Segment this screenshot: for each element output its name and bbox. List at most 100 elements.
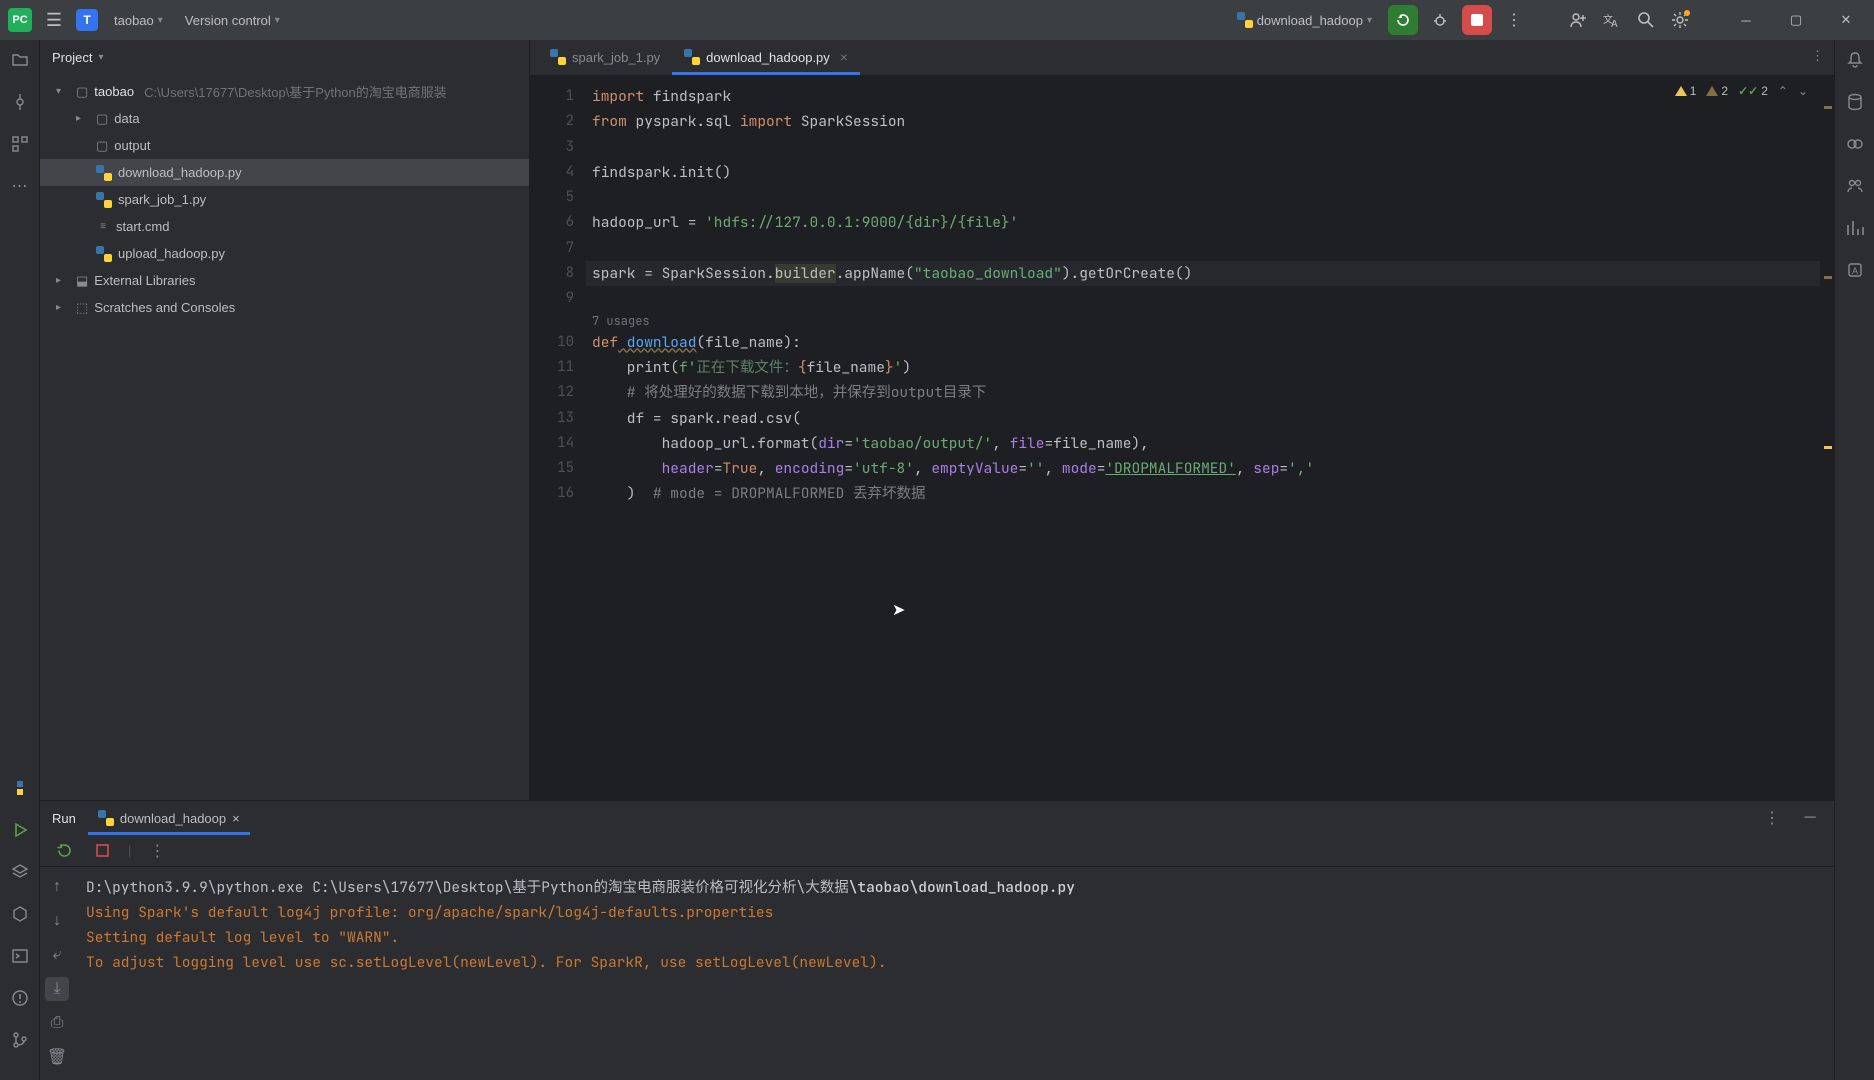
project-dropdown[interactable]: taobao ▾	[108, 9, 169, 32]
run-tool-button[interactable]	[8, 818, 32, 842]
stop-run-button[interactable]	[90, 839, 114, 863]
project-title: Project	[52, 50, 92, 65]
stop-button[interactable]	[1462, 5, 1492, 35]
branch-icon	[11, 1031, 29, 1049]
tree-scratches[interactable]: ▸ ⬚ Scratches and Consoles	[40, 294, 529, 321]
python-icon	[98, 810, 114, 826]
vcs-label: Version control	[185, 13, 271, 28]
close-button[interactable]: ✕	[1826, 5, 1866, 35]
main-menu-button[interactable]: ☰	[42, 8, 66, 32]
inspections-widget[interactable]: 1 2 ✓✓2 ⌃ ⌄	[1675, 84, 1808, 98]
file-label: upload_hadoop.py	[118, 246, 225, 261]
run-button[interactable]	[1388, 5, 1418, 35]
copilot-icon	[1846, 135, 1864, 153]
tree-file-start-cmd[interactable]: ≡ start.cmd	[40, 213, 529, 240]
up-button[interactable]: ↑	[45, 875, 69, 899]
tree-folder-data[interactable]: ▸ ▢ data	[40, 105, 529, 132]
print-button[interactable]: ⎙	[45, 1011, 69, 1035]
rerun-icon	[57, 843, 72, 858]
run-options-button[interactable]: ⋮	[1760, 806, 1784, 830]
run-header: Run download_hadoop × ⋮ ─	[40, 801, 1834, 835]
project-header[interactable]: Project ▾	[40, 40, 529, 74]
python-console-button[interactable]	[8, 902, 32, 926]
scroll-to-end-button[interactable]: ⤓	[45, 977, 69, 1001]
profiler-button[interactable]	[1843, 216, 1867, 240]
usages-hint[interactable]: 7 usages	[592, 312, 1834, 330]
chevron-down-icon: ▾	[98, 52, 103, 63]
code-editor[interactable]: 12345678910111213141516 import findspark…	[530, 76, 1834, 800]
terminal-tool-button[interactable]	[8, 944, 32, 968]
weak-warning-count[interactable]: 1	[1675, 84, 1697, 98]
database-tool-button[interactable]	[1843, 90, 1867, 114]
more-tools-button[interactable]: ⋯	[8, 174, 32, 198]
tab-spark-job-1[interactable]: spark_job_1.py	[538, 39, 672, 75]
file-label: spark_job_1.py	[118, 192, 206, 207]
run-more-button[interactable]: ⋮	[145, 839, 169, 863]
python-icon	[11, 779, 29, 797]
ai-assistant-button[interactable]: A	[1843, 258, 1867, 282]
rerun-button[interactable]	[52, 839, 76, 863]
person-plus-icon	[1569, 11, 1587, 29]
chevron-down-icon: ▾	[56, 86, 70, 97]
check-icon: ✓✓	[1738, 84, 1758, 98]
run-tab-label: download_hadoop	[120, 811, 226, 826]
error-stripe[interactable]	[1820, 76, 1834, 800]
console-output[interactable]: D:\python3.9.9\python.exe C:\Users\17677…	[74, 867, 1834, 1080]
settings-button[interactable]	[1668, 8, 1692, 32]
commit-tool-button[interactable]	[8, 90, 32, 114]
endpoints-button[interactable]	[1843, 174, 1867, 198]
search-button[interactable]	[1634, 8, 1658, 32]
minimize-button[interactable]: ─	[1726, 5, 1766, 35]
code-content[interactable]: import findspark from pyspark.sql import…	[586, 76, 1834, 800]
commit-icon	[11, 93, 29, 111]
soft-wrap-button[interactable]: ⤶	[45, 943, 69, 967]
prev-highlight-button[interactable]: ⌃	[1778, 84, 1788, 98]
maximize-button[interactable]: ▢	[1776, 5, 1816, 35]
folder-icon	[11, 51, 29, 69]
vcs-dropdown[interactable]: Version control ▾	[179, 9, 286, 32]
run-tab[interactable]: download_hadoop ×	[88, 801, 250, 835]
gutter: 12345678910111213141516	[530, 76, 586, 800]
run-title: Run	[52, 811, 76, 826]
tree-root[interactable]: ▾ ▢ taobao C:\Users\17677\Desktop\基于Pyth…	[40, 78, 529, 105]
tree-file-upload-hadoop[interactable]: upload_hadoop.py	[40, 240, 529, 267]
tree-file-download-hadoop[interactable]: download_hadoop.py	[40, 159, 529, 186]
structure-tool-button[interactable]	[8, 132, 32, 156]
translate-button[interactable]: 文A	[1600, 8, 1624, 32]
warning-icon	[11, 989, 29, 1007]
more-actions-button[interactable]: ⋮	[1502, 8, 1526, 32]
tree-external-libraries[interactable]: ▸ ⬓ External Libraries	[40, 267, 529, 294]
copilot-button[interactable]	[1843, 132, 1867, 156]
chevron-right-icon: ▸	[76, 113, 90, 124]
down-button[interactable]: ↓	[45, 909, 69, 933]
titlebar: PC ☰ T taobao ▾ Version control ▾ downlo…	[0, 0, 1874, 40]
tabs-more-button[interactable]: ⋮	[1811, 48, 1824, 64]
close-tab-button[interactable]: ×	[840, 49, 848, 65]
editor-tabs: spark_job_1.py download_hadoop.py × ⋮	[530, 40, 1834, 76]
project-tool-window: Project ▾ ▾ ▢ taobao C:\Users\17677\Desk…	[40, 40, 530, 800]
mouse-cursor: ➤	[892, 600, 905, 620]
clear-button[interactable]: 🗑	[45, 1045, 69, 1069]
chevron-down-icon: ▾	[1367, 15, 1372, 26]
close-tab-button[interactable]: ×	[232, 811, 240, 826]
vcs-tool-button[interactable]	[8, 1028, 32, 1052]
python-packages-button[interactable]	[8, 776, 32, 800]
problems-tool-button[interactable]	[8, 986, 32, 1010]
code-with-me-button[interactable]	[1566, 8, 1590, 32]
notifications-button[interactable]	[1843, 48, 1867, 72]
tree-folder-output[interactable]: ▢ output	[40, 132, 529, 159]
tree-file-spark-job-1[interactable]: spark_job_1.py	[40, 186, 529, 213]
hide-panel-button[interactable]: ─	[1798, 806, 1822, 830]
run-config-dropdown[interactable]: download_hadoop ▾	[1231, 8, 1378, 32]
debug-button[interactable]	[1428, 8, 1452, 32]
left-tool-rail: ⋯	[0, 40, 40, 1080]
project-tool-button[interactable]	[8, 48, 32, 72]
play-icon	[12, 822, 28, 838]
layers-icon	[11, 863, 29, 881]
services-tool-button[interactable]	[8, 860, 32, 884]
tab-download-hadoop[interactable]: download_hadoop.py ×	[672, 39, 860, 75]
folder-label: output	[114, 138, 150, 153]
ok-count[interactable]: ✓✓2	[1738, 84, 1768, 98]
next-highlight-button[interactable]: ⌄	[1798, 84, 1808, 98]
warning-count[interactable]: 2	[1706, 84, 1728, 98]
